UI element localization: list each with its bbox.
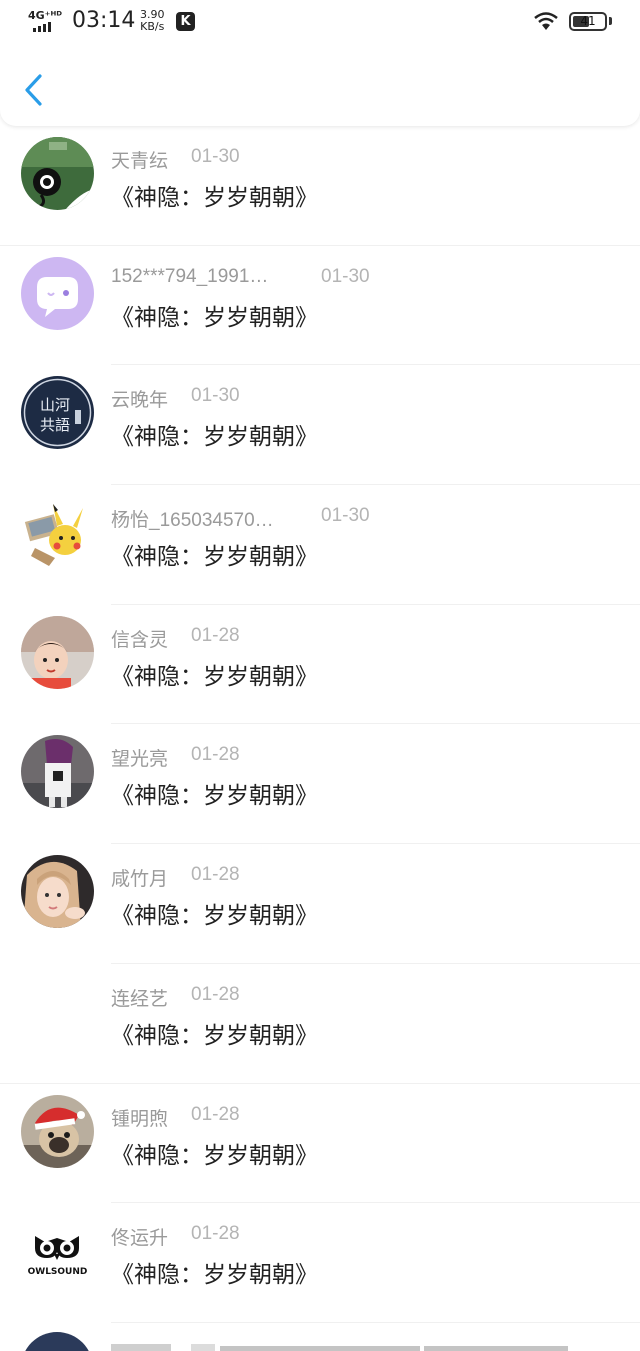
book-title[interactable]: 《神隐：岁岁朝朝》 bbox=[111, 657, 318, 691]
comment-date: 01-28 bbox=[191, 624, 240, 646]
comment-date: 01-28 bbox=[191, 864, 240, 886]
avatar[interactable] bbox=[21, 615, 94, 689]
comment-date: 01-30 bbox=[321, 265, 370, 287]
default-avatar-icon bbox=[21, 256, 94, 330]
partial-row-graphic bbox=[25, 1332, 568, 1351]
book-title[interactable]: 《神隐：岁岁朝朝》 bbox=[111, 537, 318, 571]
user-name: 152***794_1991… bbox=[111, 265, 269, 287]
list-item[interactable]: 杨怡_165034570… 01-30 《神隐：岁岁朝朝》 bbox=[0, 485, 640, 605]
list-item[interactable]: 信含灵 01-28 《神隐：岁岁朝朝》 bbox=[0, 605, 640, 725]
avatar[interactable]: OWLSOUND bbox=[21, 1214, 94, 1288]
avatar[interactable] bbox=[21, 256, 94, 330]
avatar-image: 山河 共語 bbox=[21, 376, 94, 450]
list-item[interactable]: 咸竹月 01-28 《神隐：岁岁朝朝》 bbox=[0, 844, 640, 964]
list-item[interactable]: OWLSOUND 佟运升 01-28 《神隐：岁岁朝朝》 bbox=[0, 1203, 640, 1323]
book-title[interactable]: 《神隐：岁岁朝朝》 bbox=[111, 776, 318, 810]
avatar[interactable] bbox=[21, 855, 94, 929]
user-name: 佟运升 bbox=[111, 1228, 169, 1250]
user-name: 云晚年 bbox=[111, 390, 169, 412]
comment-date: 01-28 bbox=[191, 1223, 240, 1245]
book-title[interactable]: 《神隐：岁岁朝朝》 bbox=[111, 896, 318, 930]
book-title[interactable]: 《神隐：岁岁朝朝》 bbox=[111, 298, 318, 332]
avatar[interactable] bbox=[21, 735, 94, 809]
book-title[interactable]: 《神隐：岁岁朝朝》 bbox=[111, 178, 318, 212]
seal-text-bottom: 共語 bbox=[40, 416, 70, 434]
seal-text-top: 山河 bbox=[40, 396, 70, 414]
network-speed: 3.90 KB/s bbox=[140, 9, 165, 33]
chevron-left-icon bbox=[25, 74, 42, 106]
comment-date: 01-30 bbox=[191, 146, 240, 167]
owl-logo-icon: OWLSOUND bbox=[21, 1214, 94, 1288]
list-item[interactable]: 锺明煦 01-28 《神隐：岁岁朝朝》 bbox=[0, 1084, 640, 1204]
user-name: 望光亮 bbox=[111, 749, 169, 771]
avatar-image bbox=[21, 496, 94, 570]
back-button[interactable] bbox=[18, 70, 54, 110]
book-title[interactable]: 《神隐：岁岁朝朝》 bbox=[111, 417, 318, 451]
list-item[interactable]: 连经艺 01-28 《神隐：岁岁朝朝》 bbox=[0, 964, 640, 1084]
comment-date: 01-30 bbox=[321, 505, 370, 527]
avatar[interactable]: 山河 共語 bbox=[21, 376, 94, 450]
top-bar: 4G⁺ᴴᴰ 03:14 3.90 KB/s K 41 bbox=[0, 0, 640, 126]
wifi-icon bbox=[534, 12, 558, 30]
avatar-image bbox=[21, 615, 94, 689]
divider bbox=[111, 1321, 640, 1323]
list-item-partial[interactable] bbox=[0, 1330, 640, 1351]
logo-text: OWLSOUND bbox=[28, 1267, 88, 1277]
user-name: 连经艺 bbox=[111, 988, 169, 1010]
signal-icon bbox=[33, 22, 51, 32]
user-name: 杨怡_165034570… bbox=[111, 510, 274, 532]
avatar-image bbox=[21, 855, 94, 929]
avatar-image bbox=[21, 137, 94, 210]
list-item[interactable]: 山河 共語 云晚年 01-30 《神隐：岁岁朝朝》 bbox=[0, 365, 640, 486]
avatar-image bbox=[21, 1094, 94, 1168]
user-name: 咸竹月 bbox=[111, 869, 169, 891]
battery-icon: 41 bbox=[569, 12, 607, 31]
avatar[interactable] bbox=[21, 496, 94, 570]
comment-date: 01-28 bbox=[191, 983, 240, 1005]
app-notification-icon: K bbox=[176, 12, 195, 31]
list-item[interactable]: 天青纭 01-30 《神隐：岁岁朝朝》 bbox=[0, 126, 640, 246]
avatar[interactable] bbox=[21, 137, 94, 210]
user-name: 锺明煦 bbox=[111, 1108, 169, 1130]
book-title[interactable]: 《神隐：岁岁朝朝》 bbox=[111, 1136, 318, 1170]
comment-date: 01-30 bbox=[191, 385, 240, 407]
avatar[interactable] bbox=[21, 1094, 94, 1168]
list-item[interactable]: 152***794_1991… 01-30 《神隐：岁岁朝朝》 bbox=[0, 246, 640, 366]
status-bar: 4G⁺ᴴᴰ 03:14 3.90 KB/s K 41 bbox=[0, 0, 640, 44]
user-name: 信含灵 bbox=[111, 629, 169, 651]
book-title[interactable]: 《神隐：岁岁朝朝》 bbox=[111, 1016, 318, 1050]
battery-level: 41 bbox=[580, 14, 596, 28]
book-title[interactable]: 《神隐：岁岁朝朝》 bbox=[111, 1255, 318, 1289]
user-name: 天青纭 bbox=[111, 151, 169, 172]
comment-date: 01-28 bbox=[191, 1103, 240, 1125]
battery-cap bbox=[609, 17, 612, 25]
network-indicator: 4G⁺ᴴᴰ bbox=[28, 9, 63, 22]
comment-list: 天青纭 01-30 《神隐：岁岁朝朝》 152***794_1991… 01-3… bbox=[0, 126, 640, 1323]
comment-date: 01-28 bbox=[191, 744, 240, 766]
speed-unit: KB/s bbox=[140, 20, 165, 33]
clock: 03:14 bbox=[72, 8, 136, 33]
avatar-image bbox=[21, 735, 94, 809]
list-item[interactable]: 望光亮 01-28 《神隐：岁岁朝朝》 bbox=[0, 724, 640, 845]
